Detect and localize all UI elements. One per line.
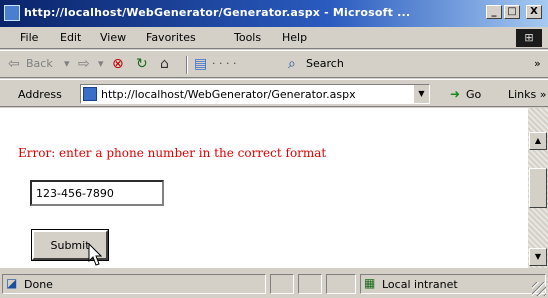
toolbar-overflow-icon[interactable]: » — [534, 57, 541, 70]
back-dropdown-icon[interactable]: ▾ — [64, 57, 70, 70]
resize-grip-icon[interactable] — [532, 282, 546, 296]
window-title: http://localhost/WebGenerator/Generator.… — [24, 6, 411, 19]
title-bar[interactable]: http://localhost/WebGenerator/Generator.… — [0, 0, 548, 27]
home-icon[interactable]: ⌂ — [160, 57, 169, 71]
go-button[interactable]: Go — [466, 88, 481, 101]
page-icon — [83, 87, 97, 101]
menu-bar: File Edit View Favorites Tools Help — [0, 27, 548, 49]
search-icon[interactable]: ⌕ — [288, 57, 296, 71]
security-zone-text: Local intranet — [382, 278, 458, 291]
forward-arrow-icon[interactable]: ⇨ — [78, 57, 90, 71]
validation-error-message: Error: enter a phone number in the corre… — [18, 146, 327, 160]
address-url: http://localhost/WebGenerator/Generator.… — [101, 88, 356, 101]
edit-icon[interactable]: ▤ — [194, 57, 207, 71]
windows-logo-icon: ⊞ — [516, 29, 542, 47]
page-content: Error: enter a phone number in the corre… — [0, 108, 528, 268]
links-button[interactable]: Links » — [508, 88, 546, 101]
search-button-label[interactable]: Search — [306, 57, 344, 70]
menu-favorites[interactable]: Favorites — [146, 31, 196, 44]
ie-icon — [4, 5, 20, 21]
done-page-icon: ◪ — [6, 276, 18, 290]
browser-window: http://localhost/WebGenerator/Generator.… — [0, 0, 548, 298]
scroll-thumb[interactable] — [529, 168, 547, 208]
status-pane-lock — [298, 274, 322, 294]
scroll-down-icon[interactable]: ▼ — [529, 248, 547, 266]
scroll-up-icon[interactable]: ▲ — [529, 132, 547, 150]
status-pane-blank — [326, 274, 356, 294]
menu-edit[interactable]: Edit — [60, 31, 81, 44]
forward-dropdown-icon[interactable]: ▾ — [98, 57, 104, 70]
address-label: Address — [18, 88, 62, 101]
menu-view[interactable]: View — [100, 31, 126, 44]
maximize-button[interactable]: □ — [504, 5, 520, 19]
go-arrow-icon[interactable]: ➜ — [450, 88, 460, 100]
toolbar-more-icon[interactable]: · · · · — [212, 57, 236, 70]
close-button[interactable]: X — [526, 5, 542, 19]
back-button-label[interactable]: Back — [26, 57, 53, 70]
back-arrow-icon[interactable]: ⇦ — [8, 57, 20, 71]
refresh-icon[interactable]: ↻ — [136, 57, 148, 71]
menu-tools[interactable]: Tools — [234, 31, 261, 44]
intranet-zone-icon: ▦ — [364, 276, 376, 290]
address-input[interactable]: http://localhost/WebGenerator/Generator.… — [80, 84, 430, 104]
vertical-scrollbar[interactable]: ▲ ▼ — [528, 108, 548, 268]
status-pane-progress — [270, 274, 294, 294]
toolbar-separator — [186, 56, 188, 74]
mouse-cursor-icon — [88, 243, 102, 266]
phone-number-input[interactable] — [30, 180, 164, 206]
standard-toolbar: ⇦ Back ▾ ⇨ ▾ ⊗ ↻ ⌂ ▤ · · · · ⌕ Search » — [0, 50, 548, 78]
status-text: Done — [24, 278, 53, 291]
address-dropdown-icon[interactable]: ▼ — [413, 85, 429, 103]
menu-help[interactable]: Help — [282, 31, 307, 44]
address-bar: Address http://localhost/WebGenerator/Ge… — [0, 79, 548, 107]
minimize-button[interactable]: _ — [486, 5, 502, 19]
menu-file[interactable]: File — [20, 31, 38, 44]
stop-icon[interactable]: ⊗ — [112, 57, 124, 71]
status-bar: ◪ Done ▦ Local intranet — [0, 270, 548, 298]
